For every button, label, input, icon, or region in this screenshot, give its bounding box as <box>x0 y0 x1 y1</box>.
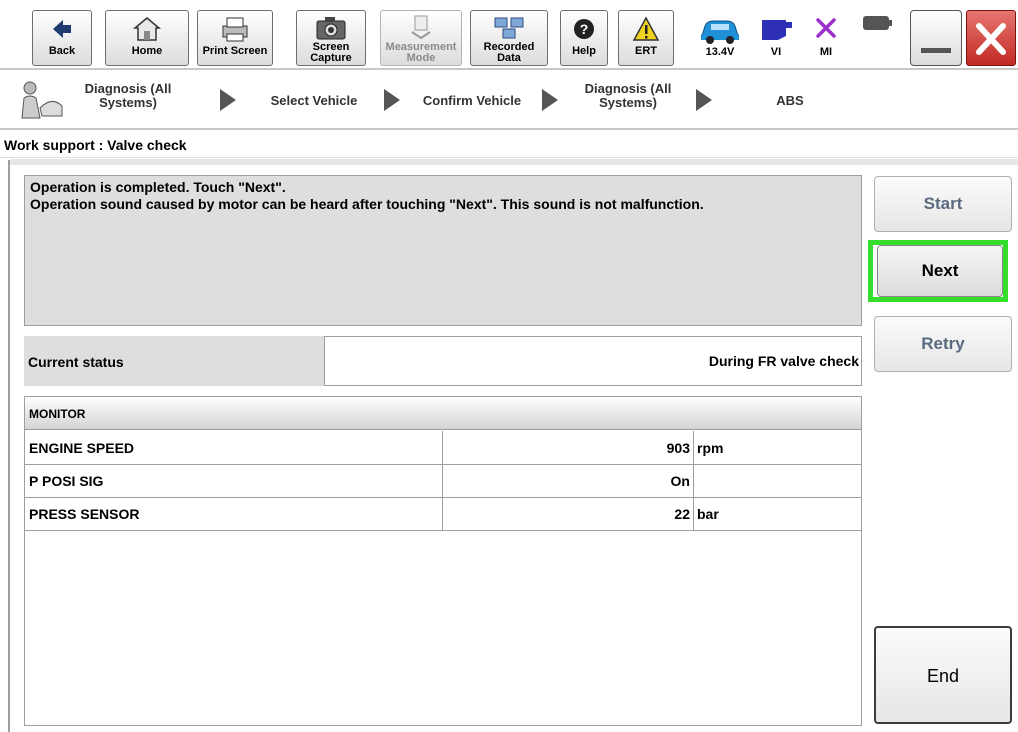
crumb-arrow-1 <box>220 89 236 111</box>
recorded-data-icon <box>471 14 547 42</box>
breadcrumb: Diagnosis (All Systems) Select Vehicle C… <box>0 72 1018 130</box>
end-button[interactable]: End <box>874 626 1012 724</box>
table-row: P POSI SIG On <box>25 464 861 498</box>
voltage-status: 13.4V <box>690 10 750 66</box>
help-button[interactable]: ? Help <box>560 10 608 66</box>
message-line-1: Operation is completed. Touch "Next". <box>30 179 286 195</box>
retry-button[interactable]: Retry <box>874 316 1012 372</box>
table-row: ENGINE SPEED 903 rpm <box>25 431 861 465</box>
camera-icon <box>297 14 365 42</box>
svg-text:?: ? <box>580 21 589 37</box>
back-arrow-icon <box>33 14 91 46</box>
table-row: PRESS SENSOR 22 bar <box>25 497 861 531</box>
home-icon <box>106 14 188 46</box>
mi-icon <box>804 12 848 46</box>
crumb-1-line1: Diagnosis (All <box>84 81 172 96</box>
measurement-mode-label-2: Mode <box>406 52 436 64</box>
instruction-message: Operation is completed. Touch "Next". Op… <box>24 175 862 326</box>
monitor-item-name: ENGINE SPEED <box>25 431 443 464</box>
monitor-item-unit <box>694 464 861 497</box>
home-label: Home <box>131 45 163 57</box>
monitor-header: MONITOR <box>25 397 861 430</box>
message-line-2: Operation sound caused by motor can be h… <box>30 196 704 212</box>
recorded-data-label-2: Data <box>497 52 521 64</box>
back-label: Back <box>48 45 76 57</box>
crumb-arrow-2 <box>384 89 400 111</box>
vi-status: VI <box>754 10 798 66</box>
close-icon <box>967 14 1015 64</box>
print-screen-button[interactable]: Print Screen <box>197 10 273 66</box>
measurement-mode-button[interactable]: Measurement Mode <box>380 10 462 66</box>
print-screen-label: Print Screen <box>202 45 268 57</box>
battery-status <box>856 10 898 66</box>
monitor-item-name: PRESS SENSOR <box>25 497 443 530</box>
crumb-4-line2: Systems) <box>599 95 657 110</box>
monitor-item-unit: bar <box>697 506 719 522</box>
monitor-table: MONITOR ENGINE SPEED 903 rpm P POSI SIG … <box>24 396 862 726</box>
monitor-item-value: On <box>443 464 694 497</box>
printer-icon <box>198 14 272 46</box>
close-button[interactable] <box>966 10 1016 66</box>
monitor-item-value: 22 <box>443 497 694 530</box>
warning-icon <box>619 14 673 46</box>
crumb-4-line1: Diagnosis (All <box>584 81 672 96</box>
crumb-select-vehicle[interactable]: Select Vehicle <box>258 94 370 108</box>
car-battery-voltage-icon <box>690 12 750 46</box>
crumb-arrow-3 <box>542 89 558 111</box>
crumb-confirm-vehicle[interactable]: Confirm Vehicle <box>414 94 530 108</box>
monitor-item-name: P POSI SIG <box>25 464 443 497</box>
back-button[interactable]: Back <box>32 10 92 66</box>
monitor-item-value: 903 <box>443 431 694 464</box>
crumb-1-line2: Systems) <box>99 95 157 110</box>
crumb-diagnosis-all-systems-2[interactable]: Diagnosis (All Systems) <box>572 82 684 110</box>
title-separator <box>10 159 1018 165</box>
page-title: Work support : Valve check <box>0 134 1018 158</box>
monitor-item-unit: rpm <box>697 440 724 456</box>
vi-label: VI <box>770 46 782 58</box>
screen-capture-label-2: Capture <box>310 52 352 64</box>
help-icon: ? <box>561 14 607 46</box>
mi-status: MI <box>804 10 848 66</box>
crumb-abs[interactable]: ABS <box>760 94 820 108</box>
crumb-arrow-4 <box>696 89 712 111</box>
window-left-border <box>8 160 10 732</box>
voltage-label: 13.4V <box>705 46 735 58</box>
next-button[interactable]: Next <box>877 245 1003 297</box>
crumb-diagnosis-all-systems[interactable]: Diagnosis (All Systems) <box>78 82 178 110</box>
minimize-button[interactable] <box>910 10 962 66</box>
vehicle-interface-icon <box>754 12 798 46</box>
home-button[interactable]: Home <box>105 10 189 66</box>
current-status-label: Current status <box>24 336 324 386</box>
help-label: Help <box>572 45 596 57</box>
toolbar: Back Home Print Screen Screen Capture Me… <box>0 0 1018 70</box>
start-button[interactable]: Start <box>874 176 1012 232</box>
current-status-value: During FR valve check <box>324 336 862 386</box>
ert-button[interactable]: ERT <box>618 10 674 66</box>
ert-label: ERT <box>635 45 657 57</box>
technician-icon <box>14 78 66 127</box>
screen-capture-button[interactable]: Screen Capture <box>296 10 366 66</box>
recorded-data-button[interactable]: Recorded Data <box>470 10 548 66</box>
mi-label: MI <box>819 46 833 58</box>
minimize-icon <box>911 14 961 64</box>
battery-icon <box>856 12 898 46</box>
measurement-icon <box>381 14 461 42</box>
